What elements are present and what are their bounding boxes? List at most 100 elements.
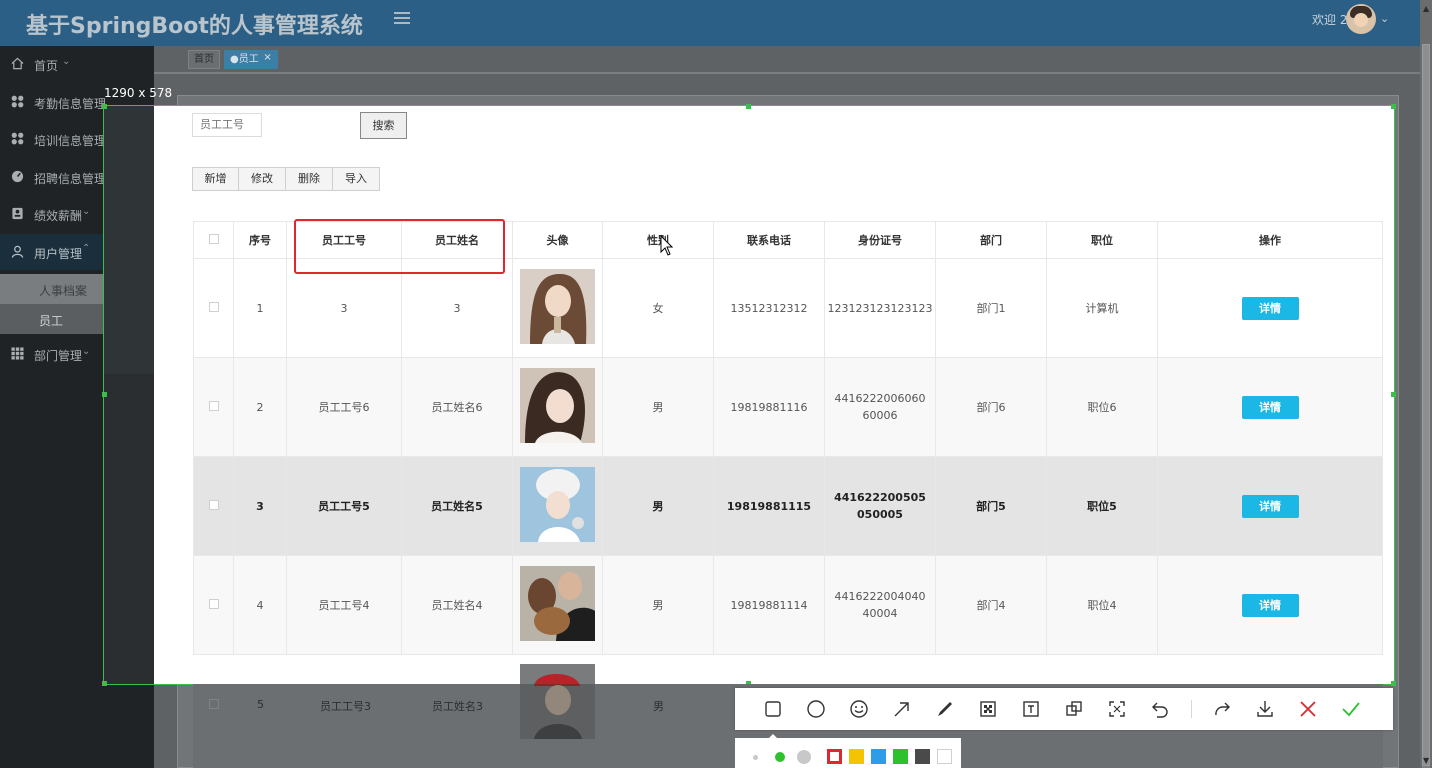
row-checkbox[interactable]: [193, 357, 234, 457]
table-row[interactable]: 4 员工工号4 员工姓名4 男 19819881114 441622200404…: [193, 555, 1383, 655]
cell-avatar: [512, 456, 603, 556]
chevron-down-icon[interactable]: ⌄: [1380, 12, 1389, 25]
grid-icon: [11, 347, 24, 360]
cell-gender: 女: [602, 258, 714, 358]
undo-icon[interactable]: [1149, 698, 1171, 720]
cell-position: 职位5: [1046, 456, 1158, 556]
text-tool-icon[interactable]: [1020, 698, 1042, 720]
color-swatch-white[interactable]: [937, 749, 952, 764]
color-swatch-blue[interactable]: [871, 749, 886, 764]
tab-label: ●员工: [230, 54, 259, 65]
cancel-icon[interactable]: [1297, 698, 1319, 720]
close-icon[interactable]: ×: [263, 49, 271, 66]
column-header[interactable]: 职位: [1046, 221, 1158, 259]
cell-name: 员工姓名6: [401, 357, 513, 457]
row-checkbox[interactable]: [193, 456, 234, 556]
ellipse-tool-icon[interactable]: [805, 698, 827, 720]
cell-action: 详情: [1157, 555, 1383, 655]
confirm-icon[interactable]: [1340, 698, 1362, 720]
sidebar-subitem-label: 员工: [39, 314, 64, 328]
detail-button[interactable]: 详情: [1241, 494, 1299, 518]
resize-handle[interactable]: [1391, 392, 1396, 397]
cell-position: 计算机: [1046, 258, 1158, 358]
copy-tool-icon[interactable]: [1063, 698, 1085, 720]
chevron-down-icon: ⌄: [62, 56, 71, 67]
row-checkbox[interactable]: [193, 258, 234, 358]
vertical-scrollbar[interactable]: ▲ ▼: [1420, 0, 1432, 768]
column-header[interactable]: 部门: [935, 221, 1047, 259]
size-small-dot[interactable]: [753, 755, 758, 760]
cell-emp-no: 员工工号6: [286, 357, 402, 457]
column-header: 序号: [233, 221, 287, 259]
detail-button[interactable]: 详情: [1241, 395, 1299, 419]
sidebar-item-home[interactable]: 首页 ⌄: [0, 46, 154, 82]
column-header: 操作: [1157, 221, 1383, 259]
column-header[interactable]: 性别: [602, 221, 714, 259]
employee-table: 序号 员工工号 员工姓名 头像 性别 联系电话 身份证号 部门 职位 操作 1 …: [193, 221, 1383, 655]
select-all-checkbox[interactable]: [193, 221, 234, 259]
menu-toggle-icon[interactable]: [394, 12, 410, 26]
mosaic-tool-icon[interactable]: [977, 698, 999, 720]
sidebar-item-label: 考勤信息管理: [34, 97, 107, 111]
cell-position: 职位6: [1046, 357, 1158, 457]
emoji-tool-icon[interactable]: [848, 698, 870, 720]
size-large-dot[interactable]: [797, 750, 811, 764]
sidebar-item-label: 部门管理: [34, 349, 83, 363]
tab-home[interactable]: 首页: [188, 50, 220, 69]
delete-button[interactable]: 删除: [285, 167, 333, 191]
pen-tool-icon[interactable]: [934, 698, 956, 720]
cell-phone: 19819881114: [713, 555, 825, 655]
resize-handle[interactable]: [102, 104, 107, 109]
ocr-tool-icon[interactable]: [1106, 698, 1128, 720]
cell-dept: 部门1: [935, 258, 1047, 358]
add-button[interactable]: 新增: [192, 167, 239, 191]
download-icon[interactable]: [1254, 698, 1276, 720]
employee-photo: [520, 467, 595, 542]
screenshot-selection[interactable]: 搜索 新增 修改 删除 导入 序号 员工工号 员工姓名 头像 性别 联系电话 身…: [103, 105, 1395, 685]
cell-id-card: 123123123123123: [824, 258, 936, 358]
sidebar-item-label: 绩效薪酬: [34, 209, 83, 223]
table-row[interactable]: 3 员工工号5 员工姓名5 男 19819881115 441622200505…: [193, 456, 1383, 556]
color-swatch-yellow[interactable]: [849, 749, 864, 764]
size-medium-dot[interactable]: [775, 752, 785, 762]
annotation-rectangle[interactable]: [294, 219, 505, 274]
grid-icon: [11, 95, 24, 108]
cell-action: 详情: [1157, 357, 1383, 457]
table-row[interactable]: 2 员工工号6 员工姓名6 男 19819881116 441622200606…: [193, 357, 1383, 457]
import-button[interactable]: 导入: [332, 167, 380, 191]
redo-icon[interactable]: [1211, 698, 1233, 720]
tab-employee[interactable]: ●员工 ×: [224, 50, 278, 69]
cell-phone: 19819881115: [713, 456, 825, 556]
detail-button[interactable]: 详情: [1241, 593, 1299, 617]
scrollbar-thumb[interactable]: [1422, 44, 1430, 766]
color-swatch-red[interactable]: [827, 749, 842, 764]
app-title: 基于SpringBoot的人事管理系统: [26, 14, 363, 39]
resize-handle[interactable]: [1391, 104, 1396, 109]
color-palette: [735, 738, 961, 768]
cell-dept: 部门6: [935, 357, 1047, 457]
row-checkbox[interactable]: [193, 555, 234, 655]
cell-avatar: [512, 258, 603, 358]
column-header[interactable]: 联系电话: [713, 221, 825, 259]
detail-button[interactable]: 详情: [1241, 296, 1299, 320]
resize-handle[interactable]: [102, 681, 107, 686]
arrow-tool-icon[interactable]: [891, 698, 913, 720]
column-header[interactable]: 身份证号: [824, 221, 936, 259]
cell-dept: 部门4: [935, 555, 1047, 655]
scroll-down-icon[interactable]: ▼: [1423, 756, 1429, 765]
sidebar-subitem-label: 人事档案: [39, 284, 88, 298]
top-header: 基于SpringBoot的人事管理系统 欢迎 2 ⌄: [0, 0, 1420, 46]
cell-gender: 男: [602, 456, 714, 556]
color-swatch-dark-gray[interactable]: [915, 749, 930, 764]
resize-handle[interactable]: [102, 392, 107, 397]
rectangle-tool-icon[interactable]: [762, 698, 784, 720]
employee-no-search-input[interactable]: [192, 113, 262, 137]
scroll-up-icon[interactable]: ▲: [1423, 4, 1429, 13]
selection-size-label: 1290 x 578: [104, 86, 173, 100]
resize-handle[interactable]: [1391, 681, 1396, 686]
resize-handle[interactable]: [746, 104, 751, 109]
search-button[interactable]: 搜索: [360, 112, 407, 139]
edit-button[interactable]: 修改: [238, 167, 286, 191]
color-swatch-green[interactable]: [893, 749, 908, 764]
avatar[interactable]: [1346, 4, 1376, 34]
